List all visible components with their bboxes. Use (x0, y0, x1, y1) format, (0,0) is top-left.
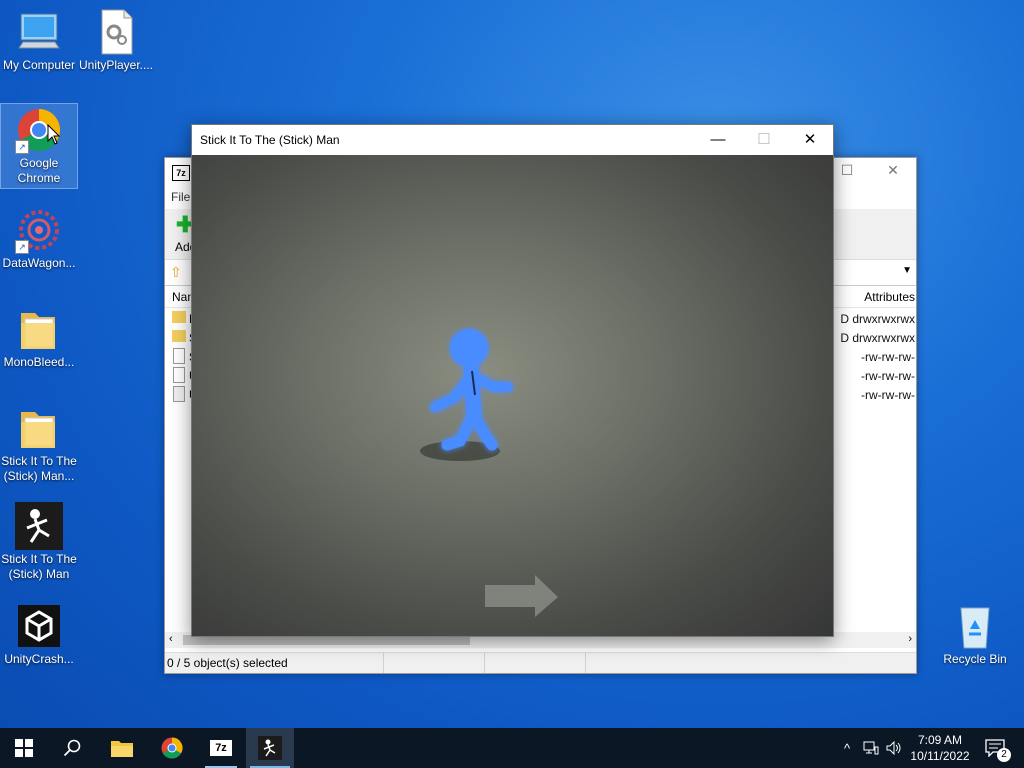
window-title: Stick It To The (Stick) Man (200, 133, 340, 147)
row-attributes: -rw-rw-rw- (861, 388, 915, 402)
folder-icon (172, 330, 186, 342)
desktop-icon-label: UnityCrash... (4, 652, 74, 666)
file-icon (173, 348, 185, 364)
up-folder-icon[interactable]: ⇧ (170, 264, 182, 281)
chrome-icon (161, 737, 183, 759)
desktop-icon-label: MonoBleed... (3, 355, 75, 369)
taskbar-stickman[interactable] (246, 728, 294, 768)
desktop-icon-label: UnityPlayer.... (78, 58, 154, 72)
7zip-statusbar: 0 / 5 object(s) selected (165, 652, 916, 673)
clock[interactable]: 7:09 AM 10/11/2022 (905, 728, 975, 768)
maximize-button[interactable]: ☐ (741, 125, 787, 155)
desktop-icon-unitycrash[interactable]: UnityCrash... (1, 602, 77, 667)
address-dropdown-icon[interactable]: ▼ (902, 265, 912, 276)
desktop-icon-label: My Computer (2, 58, 76, 72)
search-button[interactable] (48, 728, 96, 768)
unity-icon (15, 602, 63, 650)
7zip-icon: 7z (210, 740, 232, 756)
folder-icon (172, 311, 186, 323)
row-attributes: -rw-rw-rw- (861, 369, 915, 383)
desktop-icon-label: Stick It To The (Stick) Man... (1, 454, 77, 483)
network-icon[interactable] (860, 728, 882, 768)
desktop-icon-stickman-folder[interactable]: Stick It To The (Stick) Man... (1, 404, 77, 484)
start-icon (15, 739, 33, 757)
mouse-cursor (47, 124, 61, 145)
taskbar-file-explorer[interactable] (98, 728, 146, 768)
desktop-icon-label: Recycle Bin (943, 652, 1007, 666)
taskbar-chrome[interactable] (148, 728, 196, 768)
clock-time: 7:09 AM (917, 733, 963, 747)
scroll-left-icon[interactable]: ‹ (169, 633, 173, 645)
game-window[interactable]: Stick It To The (Stick) Man — ☐ ✕ (191, 124, 834, 637)
search-icon (63, 739, 81, 757)
menu-file[interactable]: File (171, 190, 190, 204)
desktop-icon-label: DataWagon... (2, 256, 76, 270)
desktop-icon-datawagon[interactable]: ↗ DataWagon... (1, 206, 77, 271)
folder-icon (15, 305, 63, 353)
clock-date: 10/11/2022 (910, 749, 970, 763)
row-attributes: D drwxrwxrwx (840, 331, 915, 345)
game-viewport[interactable] (192, 155, 833, 636)
desktop-icon-monobleed[interactable]: MonoBleed... (1, 305, 77, 370)
minimize-button[interactable]: — (695, 125, 741, 155)
status-selection: 0 / 5 object(s) selected (165, 653, 384, 673)
file-icon (173, 367, 185, 383)
notification-center-button[interactable]: 2 (980, 728, 1011, 768)
desktop-icon-recycle-bin[interactable]: Recycle Bin (937, 602, 1013, 667)
desktop-icon-unityplayer[interactable]: UnityPlayer.... (78, 8, 154, 73)
shortcut-arrow-icon: ↗ (15, 140, 29, 154)
close-button[interactable]: ✕ (787, 125, 833, 155)
settings-file-icon (92, 8, 140, 56)
arrow-right-icon (485, 575, 558, 617)
maximize-button[interactable]: ☐ (835, 162, 859, 182)
file-explorer-icon (111, 741, 133, 757)
desktop-icon-label: Stick It To The (Stick) Man (1, 552, 77, 581)
status-cell (384, 653, 485, 673)
stickman-app-icon (15, 502, 63, 550)
game-titlebar[interactable]: Stick It To The (Stick) Man — ☐ ✕ (192, 125, 833, 155)
stickman-app-icon (258, 736, 282, 760)
row-attributes: D drwxrwxrwx (840, 312, 915, 326)
folder-icon (15, 404, 63, 452)
row-attributes: -rw-rw-rw- (861, 350, 915, 364)
datawagon-icon: ↗ (15, 206, 63, 254)
column-attributes[interactable]: Attributes (864, 290, 915, 304)
tray-chevron-icon[interactable]: ^ (838, 728, 856, 768)
desktop-icon-my-computer[interactable]: My Computer (1, 8, 77, 73)
desktop-icon-stickman-app[interactable]: Stick It To The (Stick) Man (1, 502, 77, 582)
stickman-character (430, 329, 513, 451)
scroll-right-icon[interactable]: › (908, 633, 912, 645)
shortcut-arrow-icon: ↗ (15, 240, 29, 254)
taskbar-7zip[interactable]: 7z (197, 728, 245, 768)
desktop-icon-chrome[interactable]: ↗ Google Chrome (0, 103, 78, 189)
close-button[interactable]: ✕ (881, 162, 905, 182)
recycle-bin-icon (951, 602, 999, 650)
desktop-icon-label: Google Chrome (17, 156, 61, 185)
game-scene (420, 329, 558, 617)
volume-icon[interactable] (884, 728, 904, 768)
settings-file-icon (173, 386, 185, 402)
7zip-logo: 7z (172, 165, 190, 181)
status-cell (485, 653, 586, 673)
start-button[interactable] (0, 728, 48, 768)
notification-badge: 2 (997, 748, 1011, 762)
computer-icon (15, 8, 63, 56)
taskbar: 7z ^ 7:09 AM 10/11/2022 2 (0, 728, 1024, 768)
